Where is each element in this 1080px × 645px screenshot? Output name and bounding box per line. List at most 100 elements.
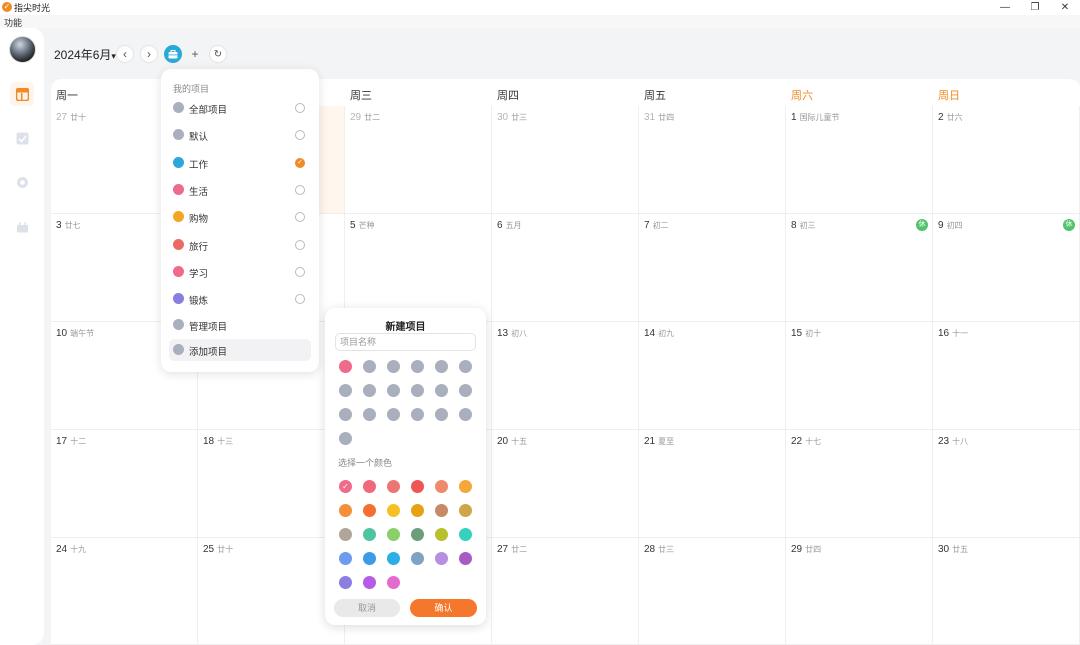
project-item[interactable]: 旅行 (169, 234, 311, 256)
color-swatch[interactable] (387, 552, 400, 565)
day-cell[interactable]: 30 廿五 (933, 538, 1080, 645)
color-swatch[interactable] (435, 504, 448, 517)
sofa-icon[interactable] (387, 360, 400, 373)
gear-icon[interactable] (339, 384, 352, 397)
color-swatch[interactable] (363, 480, 376, 493)
project-item[interactable]: 购物 (169, 206, 311, 228)
grid-icon[interactable] (435, 408, 448, 421)
project-item[interactable]: 学习 (169, 261, 311, 283)
radio-icon[interactable] (295, 239, 305, 250)
month-selector[interactable]: 2024年6月▾ (54, 46, 116, 63)
day-cell[interactable]: 17 十二 (51, 430, 198, 538)
color-swatch[interactable] (459, 480, 472, 493)
project-name-input[interactable] (335, 333, 476, 351)
radio-icon[interactable] (295, 294, 305, 305)
card-icon[interactable] (339, 408, 352, 421)
color-swatch[interactable] (387, 504, 400, 517)
day-cell[interactable]: 15 初十 (786, 322, 933, 430)
project-filter-button[interactable] (164, 45, 182, 63)
focus-nav-icon[interactable] (10, 170, 34, 194)
color-swatch[interactable] (387, 528, 400, 541)
color-swatch[interactable] (339, 504, 352, 517)
day-cell[interactable]: 7 初二 (639, 214, 786, 322)
project-item[interactable]: 全部项目 (169, 97, 311, 119)
day-cell[interactable]: 25 廿十 (198, 538, 345, 645)
day-cell[interactable]: 14 初九 (639, 322, 786, 430)
day-cell[interactable]: 31 廿四 (639, 106, 786, 214)
gift-icon[interactable] (411, 408, 424, 421)
cancel-button[interactable]: 取消 (334, 599, 400, 617)
day-cell[interactable]: 20 十五 (492, 430, 639, 538)
restore-button[interactable]: ❐ (1020, 0, 1050, 15)
day-cell[interactable]: 29 廿二 (345, 106, 492, 214)
radio-icon[interactable] (295, 266, 305, 277)
day-cell[interactable]: 24 十九 (51, 538, 198, 645)
avatar[interactable] (9, 36, 36, 63)
color-swatch[interactable] (339, 576, 352, 589)
color-swatch[interactable] (363, 504, 376, 517)
briefcase-icon[interactable] (363, 360, 376, 373)
color-swatch[interactable] (459, 528, 472, 541)
confirm-button[interactable]: 确认 (410, 599, 477, 617)
manage-projects-item[interactable]: 管理项目 (169, 314, 311, 336)
chart-icon[interactable] (339, 432, 352, 445)
day-cell[interactable]: 18 十三 (198, 430, 345, 538)
home-icon[interactable] (459, 384, 472, 397)
day-cell[interactable]: 29 廿四 (786, 538, 933, 645)
add-button[interactable]: + (186, 45, 204, 63)
tag-icon[interactable] (339, 360, 352, 373)
anniversary-nav-icon[interactable] (10, 214, 34, 238)
prev-month-button[interactable]: ‹ (116, 45, 134, 63)
radio-icon[interactable] (295, 103, 305, 113)
mail-icon[interactable] (459, 360, 472, 373)
radio-icon[interactable] (295, 184, 305, 195)
day-cell[interactable]: 13 初八 (492, 322, 639, 430)
project-item[interactable]: 生活 (169, 179, 311, 201)
calendar-nav-icon[interactable] (10, 82, 34, 106)
day-cell[interactable]: 16 十一 (933, 322, 1080, 430)
color-swatch[interactable] (435, 552, 448, 565)
color-swatch[interactable] (339, 528, 352, 541)
color-swatch-selected[interactable]: ✓ (339, 480, 352, 493)
day-cell[interactable]: 2 廿六 (933, 106, 1080, 214)
color-swatch[interactable] (387, 480, 400, 493)
color-swatch[interactable] (363, 528, 376, 541)
color-swatch[interactable] (411, 528, 424, 541)
day-cell[interactable]: 5 芒种 (345, 214, 492, 322)
minimize-button[interactable]: — (990, 0, 1020, 15)
day-cell[interactable]: 9 初四 休 (933, 214, 1080, 322)
plane-icon[interactable] (435, 360, 448, 373)
color-swatch[interactable] (459, 504, 472, 517)
box-icon[interactable] (459, 408, 472, 421)
document-icon[interactable] (363, 384, 376, 397)
project-item[interactable]: 工作 ✓ (169, 152, 311, 174)
day-cell[interactable]: 30 廿三 (492, 106, 639, 214)
day-cell[interactable]: 8 初三 休 (786, 214, 933, 322)
lock-icon[interactable] (363, 408, 376, 421)
day-cell[interactable]: 22 十七 (786, 430, 933, 538)
next-month-button[interactable]: › (140, 45, 158, 63)
checked-radio-icon[interactable]: ✓ (295, 157, 305, 168)
day-cell[interactable]: 28 廿三 (639, 538, 786, 645)
color-swatch[interactable] (387, 576, 400, 589)
color-swatch[interactable] (411, 504, 424, 517)
car-icon[interactable] (411, 384, 424, 397)
day-cell[interactable]: 27 廿二 (492, 538, 639, 645)
radio-icon[interactable] (295, 130, 305, 141)
color-swatch[interactable] (363, 552, 376, 565)
color-swatch[interactable] (411, 552, 424, 565)
color-swatch[interactable] (339, 552, 352, 565)
color-swatch[interactable] (435, 480, 448, 493)
project-item[interactable]: 默认 (169, 124, 311, 146)
cart-icon[interactable] (387, 384, 400, 397)
color-swatch[interactable] (435, 528, 448, 541)
basket-icon[interactable] (411, 360, 424, 373)
close-button[interactable]: ✕ (1050, 0, 1080, 15)
day-cell[interactable]: 1 国际儿童节 (786, 106, 933, 214)
refresh-button[interactable]: ↻ (209, 45, 227, 63)
day-cell[interactable]: 6 五月 (492, 214, 639, 322)
project-item[interactable]: 锻炼 (169, 288, 311, 310)
color-swatch[interactable] (411, 480, 424, 493)
day-cell[interactable]: 23 十八 (933, 430, 1080, 538)
pen-icon[interactable] (387, 408, 400, 421)
